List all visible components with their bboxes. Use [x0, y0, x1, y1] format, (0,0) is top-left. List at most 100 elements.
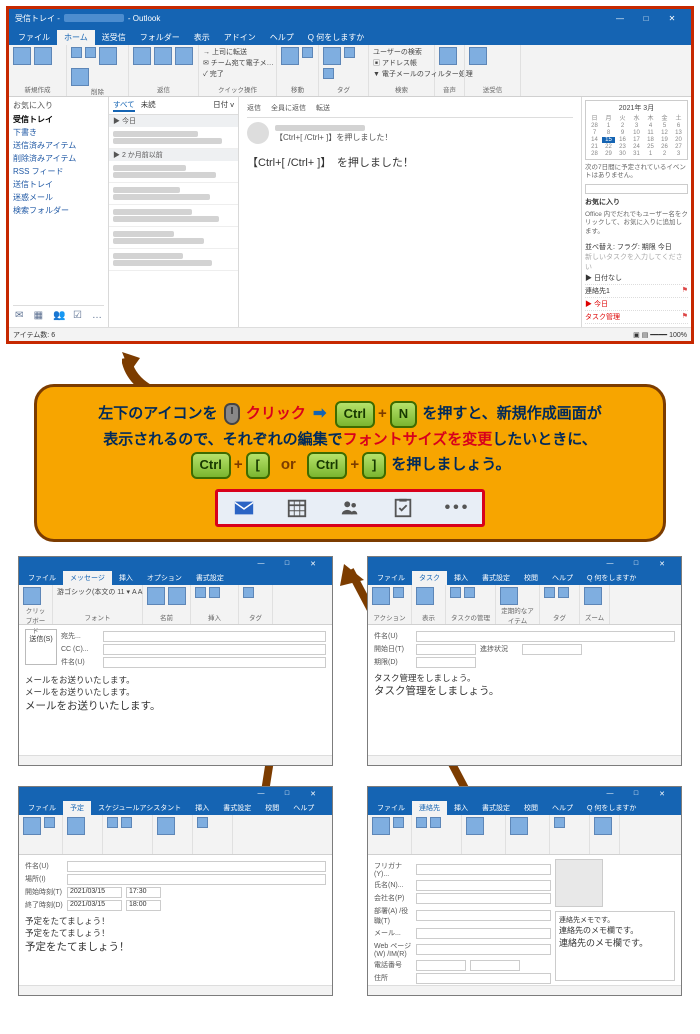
tab-help[interactable]: ヘルプ — [286, 801, 321, 815]
tab-help[interactable]: ヘルプ — [545, 801, 580, 815]
tab-tell[interactable]: Q 何をしますか — [580, 801, 643, 815]
big-mail-icon[interactable] — [233, 497, 255, 519]
user-search[interactable]: ユーザーの検索 — [373, 47, 422, 57]
min-button[interactable]: — — [248, 790, 274, 797]
nav-outbox[interactable]: 送信トレイ — [13, 178, 104, 191]
cal-end-t[interactable]: 18:00 — [126, 900, 161, 911]
todo-g2[interactable]: ▶ 今日 — [585, 299, 608, 309]
flag-icon[interactable] — [323, 68, 334, 79]
tab-opt[interactable]: オプション — [140, 571, 189, 585]
detail-icon[interactable] — [416, 587, 434, 605]
qa2[interactable]: ✉ チーム宛て電子メ… — [203, 58, 274, 68]
big-task-icon[interactable] — [392, 497, 414, 519]
list-item[interactable] — [109, 183, 238, 205]
task-body-edit[interactable]: タスク管理をしましょう。 タスク管理をしましょう。 — [374, 672, 675, 701]
tab-view[interactable]: 表示 — [187, 30, 217, 45]
tab-msg[interactable]: メッセージ — [63, 571, 112, 585]
tab-contact[interactable]: 連絡先 — [412, 801, 447, 815]
c-furi[interactable] — [416, 864, 551, 875]
flag3-icon[interactable] — [558, 587, 569, 598]
tab-ins[interactable]: 挿入 — [112, 571, 140, 585]
list-sec-today[interactable]: ▶ 今日 — [109, 115, 238, 127]
cal-subj[interactable] — [67, 861, 326, 872]
cat2-icon[interactable] — [544, 587, 555, 598]
r-reply-all[interactable]: 全員に返信 — [271, 103, 306, 113]
det-icon[interactable] — [430, 817, 441, 828]
teams-icon[interactable] — [67, 817, 85, 835]
save2-icon[interactable] — [23, 817, 41, 835]
tab-task[interactable]: タスク — [412, 571, 447, 585]
paste-icon[interactable] — [23, 587, 41, 605]
close-button[interactable]: ✕ — [659, 14, 685, 23]
new-mail-icon[interactable] — [13, 47, 31, 65]
cal-end-d[interactable]: 2021/03/15 — [67, 900, 122, 911]
cal-loc[interactable] — [67, 874, 326, 885]
big-more-icon[interactable]: ••• — [445, 497, 467, 519]
nav-sent[interactable]: 送信済みアイテム — [13, 139, 104, 152]
ignore-icon[interactable] — [71, 47, 82, 58]
zoom2-icon[interactable] — [594, 817, 612, 835]
show-icon[interactable] — [107, 817, 118, 828]
c-mail[interactable] — [416, 928, 551, 939]
tab-rev[interactable]: 校閲 — [258, 801, 286, 815]
tab-tell[interactable]: Q 何をしますか — [580, 571, 643, 585]
tab-fmt[interactable]: 書式設定 — [475, 801, 517, 815]
tab-tell-me[interactable]: Q 何をしますか — [301, 30, 371, 45]
view-icons[interactable]: ▣ ▤ — [633, 332, 648, 339]
reply-all-icon[interactable] — [154, 47, 172, 65]
tab-file[interactable]: ファイル — [21, 801, 63, 815]
list-item[interactable] — [109, 227, 238, 249]
tab-rev[interactable]: 校閲 — [517, 571, 545, 585]
sig-icon[interactable] — [209, 587, 220, 598]
zoom-icon[interactable] — [584, 587, 602, 605]
close-button[interactable]: ✕ — [649, 790, 675, 798]
subj-field[interactable] — [103, 657, 326, 668]
sendrecv-icon[interactable] — [469, 47, 487, 65]
list-sort[interactable]: 日付 v — [213, 99, 234, 112]
nav-deleted[interactable]: 削除済みアイテム — [13, 152, 104, 165]
mail2-icon[interactable] — [466, 817, 484, 835]
nav-junk[interactable]: 迷惑メール — [13, 191, 104, 204]
todo-new[interactable]: 新しいタスクを入力してください — [585, 252, 688, 272]
tab-file[interactable]: ファイル — [370, 801, 412, 815]
mini-task-icon[interactable]: ☑ — [73, 310, 82, 320]
chk-icon[interactable] — [168, 587, 186, 605]
cat-icon[interactable] — [344, 47, 355, 58]
min-button[interactable]: — — [248, 560, 274, 567]
del-icon[interactable] — [393, 587, 404, 598]
max-button[interactable]: □ — [633, 14, 659, 23]
list-item[interactable] — [109, 205, 238, 227]
del2-icon[interactable] — [44, 817, 55, 828]
unread-icon[interactable] — [323, 47, 341, 65]
tab-help[interactable]: ヘルプ — [263, 30, 301, 45]
min-button[interactable]: — — [597, 790, 623, 797]
tab-file[interactable]: ファイル — [21, 571, 63, 585]
task-start[interactable] — [416, 644, 476, 655]
contact-memo[interactable]: 連絡先メモです。 連絡先のメモ欄です。 連絡先のメモ欄です。 — [555, 911, 675, 981]
close-button[interactable]: ✕ — [649, 560, 675, 568]
list-item[interactable] — [109, 127, 238, 149]
nav-search[interactable]: 検索フォルダー — [13, 204, 104, 217]
c-comp[interactable] — [416, 893, 551, 904]
done-icon[interactable] — [450, 587, 461, 598]
flag2-icon[interactable] — [243, 587, 254, 598]
to-field[interactable] — [103, 631, 326, 642]
c-tel2[interactable] — [470, 960, 520, 971]
cal-start-d[interactable]: 2021/03/15 — [67, 887, 122, 898]
card-icon[interactable] — [510, 817, 528, 835]
max-button[interactable]: □ — [274, 560, 300, 567]
fav-header[interactable]: お気に入り — [13, 100, 104, 111]
task-subj[interactable] — [416, 631, 675, 642]
att-icon[interactable] — [195, 587, 206, 598]
nav-rss[interactable]: RSS フィード — [13, 165, 104, 178]
tab-ins[interactable]: 挿入 — [447, 801, 475, 815]
mini-calendar[interactable]: 2021年 3月 日月火水木金土 28123456 78910111213 14… — [585, 100, 688, 160]
cal-start-t[interactable]: 17:30 — [126, 887, 161, 898]
addr-icon[interactable] — [147, 587, 165, 605]
tab-folder[interactable]: フォルダー — [133, 30, 187, 45]
save-icon[interactable] — [372, 587, 390, 605]
close-button[interactable]: ✕ — [300, 790, 326, 798]
tab-ins[interactable]: 挿入 — [188, 801, 216, 815]
tab-appt[interactable]: 予定 — [63, 801, 91, 815]
flag-icon[interactable]: ⚑ — [682, 286, 688, 296]
